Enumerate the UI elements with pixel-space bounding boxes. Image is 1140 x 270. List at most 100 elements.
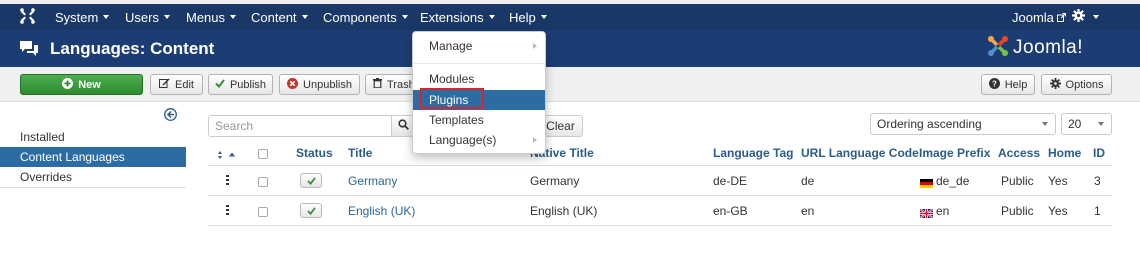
check-icon — [306, 204, 316, 218]
language-title-link[interactable]: Germany — [348, 174, 397, 188]
language-tag: en-GB — [713, 204, 748, 218]
trash-icon — [373, 78, 382, 91]
access-level: Public — [1001, 174, 1034, 188]
sidebar-divider — [0, 187, 186, 188]
menu-menus-label: Menus — [186, 9, 226, 25]
new-button-label: New — [78, 78, 101, 91]
sidebar-item-overrides[interactable]: Overrides — [0, 167, 186, 187]
unpublish-button[interactable]: Unpublish — [279, 74, 360, 95]
sort-ordering-icon[interactable] — [218, 148, 240, 162]
sidebar-item-installed[interactable]: Installed — [0, 127, 186, 147]
menu-item-templates[interactable]: Templates — [413, 110, 545, 130]
help-button-label: Help — [1004, 78, 1028, 91]
menu-extensions-label: Extensions — [420, 9, 484, 25]
menu-system[interactable]: System — [55, 4, 110, 30]
check-icon — [215, 78, 225, 91]
edit-button[interactable]: Edit — [150, 74, 203, 95]
status-toggle-button[interactable] — [300, 173, 322, 188]
menu-help-label: Help — [509, 9, 536, 25]
chevron-down-icon — [1098, 122, 1104, 126]
help-button[interactable]: ? Help — [981, 74, 1035, 95]
joomla-brand: Joomla! — [987, 35, 1083, 60]
chevron-down-icon — [230, 15, 237, 19]
top-navbar: System Users Menus Content Components Ex… — [0, 0, 1140, 30]
row-id: 3 — [1094, 174, 1101, 188]
unpublish-icon — [287, 77, 299, 92]
row-checkbox[interactable] — [258, 177, 268, 187]
search-placeholder: Search — [215, 119, 254, 133]
chevron-down-icon — [163, 15, 170, 19]
menu-users[interactable]: Users — [125, 4, 170, 30]
column-header-language-tag[interactable]: Language Tag — [713, 146, 793, 160]
gear-icon — [1072, 9, 1085, 25]
site-link[interactable]: Joomla — [1012, 4, 1066, 30]
settings-menu[interactable] — [1072, 4, 1099, 30]
status-toggle-button[interactable] — [300, 203, 322, 218]
clear-button-label: Clear — [546, 119, 575, 133]
column-header-title[interactable]: Title — [348, 146, 372, 160]
column-header-status[interactable]: Status — [296, 146, 333, 160]
page-header: Languages: Content Joomla! — [0, 30, 1140, 67]
menu-components[interactable]: Components — [323, 4, 408, 30]
joomla-logo-icon[interactable] — [20, 8, 35, 27]
language-tag: de-DE — [713, 174, 748, 188]
select-all-checkbox[interactable] — [258, 149, 268, 159]
chevron-down-icon — [1093, 15, 1099, 19]
language-title-link[interactable]: English (UK) — [348, 204, 415, 218]
svg-text:?: ? — [992, 79, 997, 88]
chevron-down-icon — [301, 15, 308, 19]
menu-item-languages[interactable]: Language(s) — [413, 130, 545, 150]
menu-extensions[interactable]: Extensions — [420, 4, 495, 30]
new-button[interactable]: New — [20, 74, 143, 95]
options-button[interactable]: Options — [1041, 74, 1112, 95]
column-header-url-code[interactable]: URL Language Code — [801, 146, 919, 160]
drag-handle-icon[interactable] — [226, 205, 229, 215]
column-header-access[interactable]: Access — [998, 146, 1040, 160]
search-input[interactable]: Search — [208, 115, 392, 137]
limit-select[interactable]: 20 — [1061, 113, 1112, 135]
menu-content[interactable]: Content — [251, 4, 308, 30]
menu-item-label: Manage — [429, 39, 473, 53]
menu-system-label: System — [55, 9, 99, 25]
table-divider — [208, 165, 1112, 166]
joomla-logo-icon — [987, 35, 1009, 60]
sidebar-item-label: Content Languages — [20, 150, 125, 164]
sidebar-item-content-languages[interactable]: Content Languages — [0, 147, 186, 167]
url-code: de — [801, 174, 815, 188]
plus-circle-icon — [62, 77, 74, 92]
menu-users-label: Users — [125, 9, 159, 25]
chevron-down-icon — [540, 15, 547, 19]
column-header-id[interactable]: ID — [1093, 146, 1105, 160]
image-prefix-text: en — [936, 204, 950, 218]
sidebar-toggle-icon[interactable] — [164, 108, 177, 124]
edit-button-label: Edit — [175, 78, 194, 91]
sidebar-item-label: Overrides — [20, 170, 73, 184]
menu-help[interactable]: Help — [509, 4, 547, 30]
home-value: Yes — [1048, 174, 1068, 188]
gear-icon — [1049, 77, 1061, 92]
menu-item-manage[interactable]: Manage — [413, 36, 545, 56]
unpublish-button-label: Unpublish — [303, 78, 352, 91]
menu-content-label: Content — [251, 9, 297, 25]
native-title: English (UK) — [530, 204, 598, 218]
publish-button-label: Publish — [229, 78, 267, 91]
menu-item-label: Modules — [429, 72, 475, 86]
menu-menus[interactable]: Menus — [186, 4, 237, 30]
toolbar: New Edit Publish Unpublish Trash ? Help … — [0, 67, 1140, 102]
menu-item-modules[interactable]: Modules — [413, 69, 545, 89]
german-flag-icon — [920, 177, 933, 189]
chevron-down-icon — [401, 15, 408, 19]
external-link-icon — [1056, 10, 1066, 25]
table-divider — [208, 225, 1112, 226]
site-link-label: Joomla — [1012, 9, 1054, 25]
column-header-home[interactable]: Home — [1048, 146, 1081, 160]
menu-divider — [414, 63, 545, 64]
sidebar-item-label: Installed — [20, 130, 65, 144]
chevron-down-icon — [1042, 122, 1048, 126]
publish-button[interactable]: Publish — [208, 74, 273, 95]
ordering-select[interactable]: Ordering ascending — [870, 113, 1056, 135]
url-code: en — [801, 204, 815, 218]
column-header-image-prefix[interactable]: Image Prefix — [919, 146, 990, 160]
drag-handle-icon[interactable] — [226, 175, 229, 185]
row-checkbox[interactable] — [258, 207, 268, 217]
